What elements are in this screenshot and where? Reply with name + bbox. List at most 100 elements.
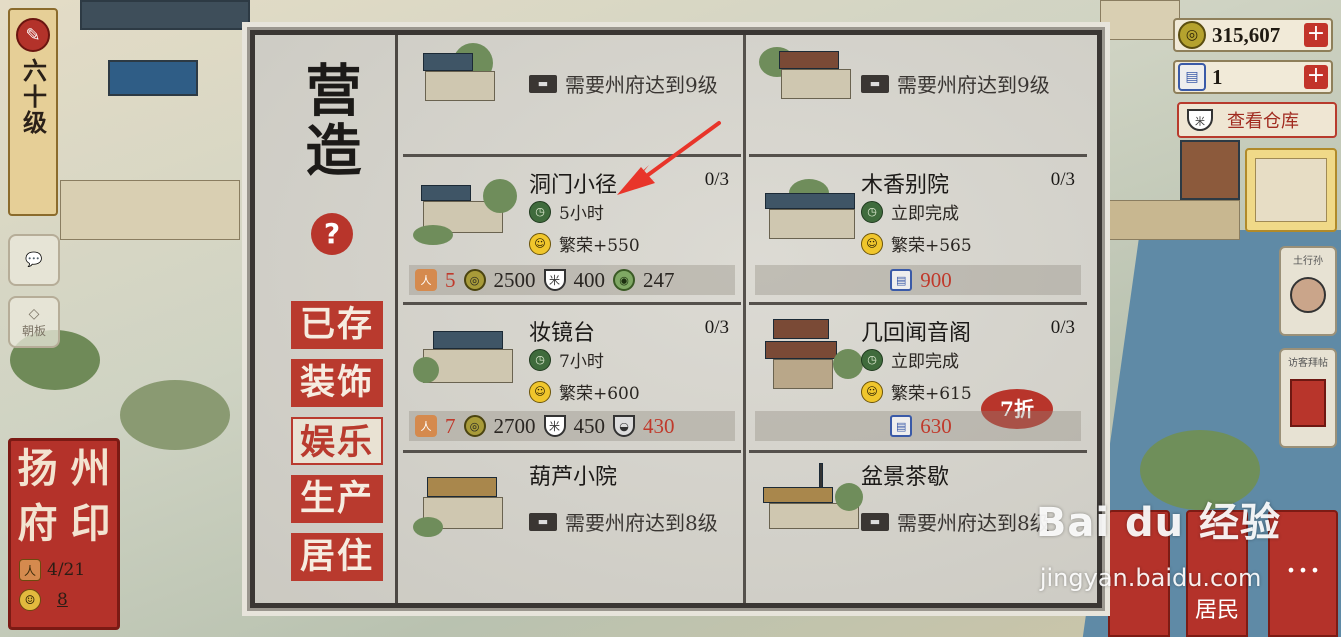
panel-title: 营造: [296, 61, 362, 181]
prosperity-row: ☺ 繁荣+550: [529, 231, 640, 256]
help-button[interactable]: ?: [311, 213, 353, 255]
view-warehouse-button[interactable]: 米 查看仓库: [1177, 102, 1337, 138]
building-card-locked[interactable]: ▬ 需要州府达到9级: [403, 35, 741, 157]
level-badge[interactable]: ✎ 六十级: [8, 8, 58, 216]
seal-title: 扬 州 府 印: [11, 441, 117, 551]
mole-icon: [1290, 277, 1326, 313]
build-time: 立即完成: [891, 352, 959, 372]
build-time-row: ◷ 7小时: [529, 347, 604, 372]
person-icon: 人: [415, 269, 437, 291]
building-card-dongmen[interactable]: 洞门小径 0/3 ◷ 5小时 ☺ 繁荣+550 人 5 ◎ 2500 米 400…: [403, 157, 741, 305]
rice-bowl-icon: 米: [543, 269, 566, 291]
painting-card[interactable]: [1245, 148, 1337, 232]
tab-entertainment[interactable]: 娱乐: [291, 417, 383, 465]
rice-bowl-icon: 米: [1187, 109, 1213, 131]
invitation-icon: [1290, 379, 1326, 427]
lock-text: 需要州府达到8级: [565, 511, 718, 535]
building-name: 盆景茶歇: [861, 465, 950, 490]
seal-char: 府: [17, 500, 58, 547]
build-time-row: ◷ 立即完成: [861, 347, 959, 372]
building-card-locked[interactable]: ▬ 需要州府达到9级: [749, 35, 1087, 157]
timer-icon: ◷: [861, 200, 883, 223]
person-icon: 人: [19, 559, 41, 581]
tab-residence[interactable]: 居住: [291, 533, 383, 581]
category-column: 营造 ? 已存 装饰 娱乐 生产 居住: [255, 35, 395, 603]
lock-message: ▬ 需要州府达到8级: [529, 507, 718, 536]
timer-icon: ◷: [861, 348, 883, 371]
level-label: 六十级: [18, 58, 48, 136]
building-name: 葫芦小院: [529, 465, 618, 490]
building-image: [759, 463, 869, 545]
seal-char: 州: [70, 445, 111, 492]
prefecture-seal[interactable]: 扬 州 府 印 人 4/21 ☺ 8: [8, 438, 120, 630]
tuxingsun-button[interactable]: 土行孙: [1279, 246, 1337, 336]
rice-cost: 400: [573, 267, 606, 292]
tab-production[interactable]: 生产: [291, 475, 383, 523]
prosperity-value: 繁荣+600: [559, 384, 640, 404]
copper-cost: 2700: [493, 413, 536, 438]
timer-icon: ◷: [529, 348, 551, 371]
chat-button[interactable]: 💬: [8, 234, 60, 286]
rice-cost: 450: [573, 413, 606, 438]
prosperity-row: ☺ 繁荣+565: [861, 231, 972, 256]
cost-bar: ▤ 630: [755, 411, 1081, 441]
ticket-counter: ▤ 1 +: [1173, 60, 1333, 94]
build-time: 立即完成: [891, 204, 959, 224]
copper-cost: 2500: [493, 267, 536, 292]
copper-value: 315,607: [1212, 22, 1281, 47]
smile-icon: ☺: [861, 380, 883, 403]
building-card-jihui[interactable]: 几回闻音阁 0/3 ◷ 立即完成 ☺ 繁荣+615 7折 ▤ 630: [749, 305, 1087, 453]
lock-icon: ▬: [529, 512, 557, 531]
seal-progress-row: 人 4/21: [19, 559, 117, 581]
building-card-hulu[interactable]: 葫芦小院 ▬ 需要州府达到8级: [403, 453, 741, 573]
building-image: [413, 43, 523, 117]
timer-icon: ◷: [529, 200, 551, 223]
prosperity-value: 繁荣+565: [891, 236, 972, 256]
add-ticket-button[interactable]: +: [1304, 65, 1328, 89]
jade-icon: ◉: [613, 269, 635, 291]
lock-icon: ▬: [861, 74, 889, 93]
tuxingsun-label: 土行孙: [1293, 256, 1323, 267]
building-name: 妆镜台: [529, 321, 596, 346]
prosperity-row: ☺ 繁荣+615: [861, 379, 972, 404]
chat-icon: 💬: [25, 252, 43, 268]
visitor-card-label: 访客拜帖: [1288, 358, 1328, 369]
lock-text: 需要州府达到9级: [897, 73, 1050, 97]
copper-counter: ◎ 315,607 +: [1173, 18, 1333, 52]
prosperity-value: 繁荣+550: [559, 236, 640, 256]
lock-message: ▬ 需要州府达到9级: [529, 69, 718, 98]
add-copper-button[interactable]: +: [1304, 23, 1328, 47]
warehouse-label: 查看仓库: [1227, 111, 1299, 132]
build-time: 5小时: [559, 204, 604, 224]
build-time-row: ◷ 5小时: [529, 199, 604, 224]
ticket-icon: ▤: [890, 269, 913, 291]
cost-bar: 人 5 ◎ 2500 米 400 ◉ 247: [409, 265, 735, 295]
building-card-muxiang[interactable]: 木香别院 0/3 ◷ 立即完成 ☺ 繁荣+565 ▤ 900: [749, 157, 1087, 305]
building-name: 洞门小径: [529, 173, 618, 198]
prosperity-value: 繁荣+615: [891, 384, 972, 404]
coin-icon: ◎: [463, 415, 486, 437]
rice-bowl-icon: 米: [543, 415, 566, 437]
smile-icon: ☺: [861, 232, 883, 255]
building-name: 几回闻音阁: [861, 321, 972, 346]
painting-icon: [1255, 158, 1327, 222]
ticket-cost: 900: [920, 267, 952, 292]
person-icon: 人: [415, 415, 437, 437]
building-card-zhuangjing[interactable]: 妆镜台 0/3 ◷ 7小时 ☺ 繁荣+600 人 7 ◎ 2700 米 450 …: [403, 305, 741, 453]
building-image: [413, 179, 523, 253]
coin-icon: ◎: [463, 269, 486, 291]
visitor-card-button[interactable]: 访客拜帖: [1279, 348, 1337, 448]
seal-count-row: ☺ 8: [19, 589, 117, 611]
tab-decoration[interactable]: 装饰: [291, 359, 383, 407]
court-board-button[interactable]: ◇ 朝板: [8, 296, 60, 348]
building-image: [759, 179, 869, 253]
smile-icon: ☺: [19, 589, 41, 611]
build-time: 7小时: [559, 352, 604, 372]
watermark-url: jingyan.baidu.com: [1039, 564, 1262, 592]
baidu-watermark: Bai du 经验 jingyan.baidu.com: [1036, 490, 1281, 592]
coin-icon: ◎: [1178, 21, 1206, 49]
lock-message: ▬ 需要州府达到8级: [861, 507, 1050, 536]
building-count: 0/3: [1050, 169, 1075, 190]
worker-cost: 7: [445, 413, 456, 438]
tab-stored[interactable]: 已存: [291, 301, 383, 349]
